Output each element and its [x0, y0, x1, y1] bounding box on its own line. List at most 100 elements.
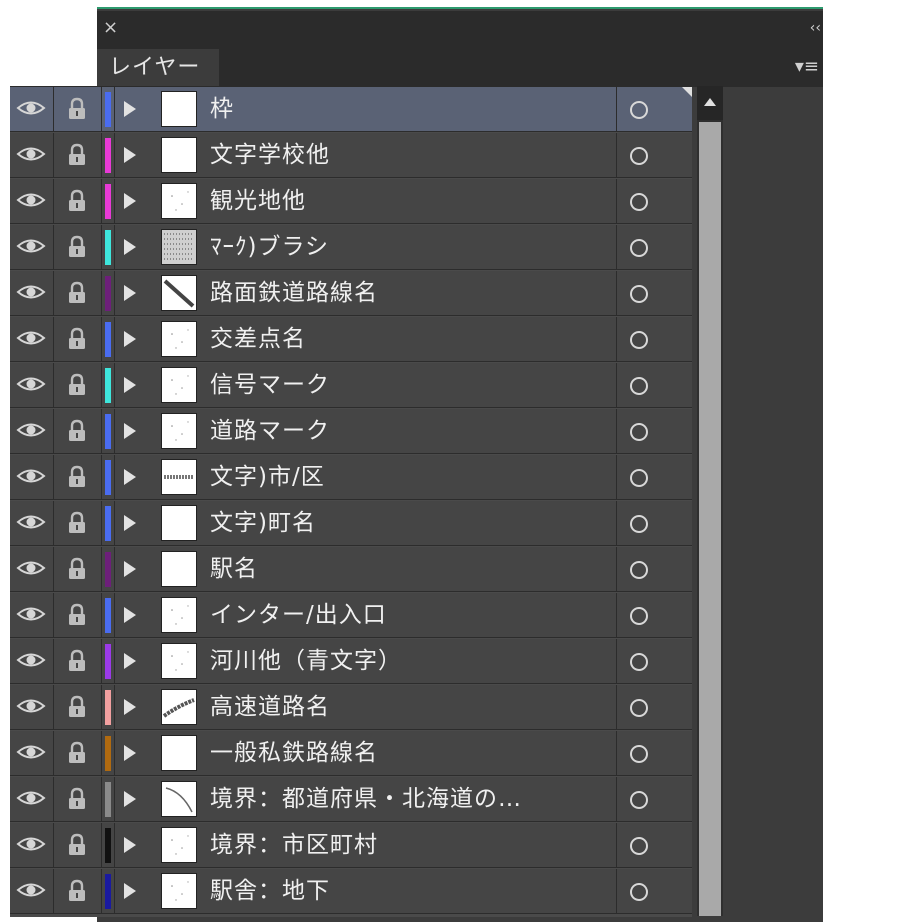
lock-icon[interactable]	[54, 777, 102, 821]
layer-row[interactable]: 境界：市区町村	[10, 823, 692, 868]
layer-target[interactable]	[616, 317, 692, 361]
layer-target[interactable]	[616, 823, 692, 867]
eye-icon[interactable]	[10, 501, 54, 545]
layer-name[interactable]: 道路マーク	[210, 409, 330, 453]
eye-icon[interactable]	[10, 731, 54, 775]
triangle-right-icon[interactable]	[124, 239, 136, 255]
triangle-right-icon[interactable]	[124, 745, 136, 761]
layer-name[interactable]: 観光地他	[210, 179, 306, 223]
layer-row[interactable]: 枠	[10, 87, 692, 132]
collapse-icon[interactable]: ‹‹	[810, 21, 821, 35]
layer-name[interactable]: 駅舎：地下	[210, 869, 330, 913]
triangle-right-icon[interactable]	[124, 101, 136, 117]
scroll-up-icon[interactable]	[697, 86, 723, 120]
eye-icon[interactable]	[10, 777, 54, 821]
triangle-right-icon[interactable]	[124, 193, 136, 209]
lock-icon[interactable]	[54, 455, 102, 499]
layer-target[interactable]	[616, 363, 692, 407]
triangle-right-icon[interactable]	[124, 377, 136, 393]
eye-icon[interactable]	[10, 271, 54, 315]
circle-target-icon[interactable]	[630, 147, 648, 165]
lock-icon[interactable]	[54, 685, 102, 729]
circle-target-icon[interactable]	[630, 515, 648, 533]
lock-icon[interactable]	[54, 731, 102, 775]
triangle-right-icon[interactable]	[124, 837, 136, 853]
layer-target[interactable]	[616, 547, 692, 591]
lock-icon[interactable]	[54, 133, 102, 177]
layer-row[interactable]: ﾏｰｸ)ブラシ	[10, 225, 692, 270]
layer-target[interactable]	[616, 869, 692, 913]
lock-icon[interactable]	[54, 317, 102, 361]
layer-row[interactable]: 交差点名	[10, 317, 692, 362]
layer-target[interactable]	[616, 455, 692, 499]
circle-target-icon[interactable]	[630, 791, 648, 809]
layer-target[interactable]	[616, 179, 692, 223]
layer-row[interactable]: 一般私鉄路線名	[10, 731, 692, 776]
lock-icon[interactable]	[54, 363, 102, 407]
eye-icon[interactable]	[10, 869, 54, 913]
layer-name[interactable]: 交差点名	[210, 317, 306, 361]
layer-name[interactable]: ﾏｰｸ)ブラシ	[210, 225, 329, 269]
eye-icon[interactable]	[10, 547, 54, 591]
eye-icon[interactable]	[10, 409, 54, 453]
triangle-right-icon[interactable]	[124, 561, 136, 577]
layer-target[interactable]	[616, 225, 692, 269]
circle-target-icon[interactable]	[630, 469, 648, 487]
eye-icon[interactable]	[10, 593, 54, 637]
eye-icon[interactable]	[10, 317, 54, 361]
layer-row[interactable]: 河川他（青文字）	[10, 639, 692, 684]
eye-icon[interactable]	[10, 225, 54, 269]
eye-icon[interactable]	[10, 455, 54, 499]
circle-target-icon[interactable]	[630, 423, 648, 441]
circle-target-icon[interactable]	[630, 837, 648, 855]
eye-icon[interactable]	[10, 87, 54, 131]
layer-name[interactable]: 路面鉄道路線名	[210, 271, 378, 315]
triangle-right-icon[interactable]	[124, 653, 136, 669]
lock-icon[interactable]	[54, 409, 102, 453]
lock-icon[interactable]	[54, 271, 102, 315]
lock-icon[interactable]	[54, 547, 102, 591]
layer-row[interactable]: 駅舎：地下	[10, 869, 692, 914]
lock-icon[interactable]	[54, 179, 102, 223]
layer-target[interactable]	[616, 685, 692, 729]
circle-target-icon[interactable]	[630, 193, 648, 211]
eye-icon[interactable]	[10, 363, 54, 407]
layer-name[interactable]: 信号マーク	[210, 363, 330, 407]
layer-name[interactable]: 駅名	[210, 547, 258, 591]
layer-target[interactable]	[616, 271, 692, 315]
layer-target[interactable]	[616, 731, 692, 775]
eye-icon[interactable]	[10, 133, 54, 177]
circle-target-icon[interactable]	[630, 331, 648, 349]
triangle-right-icon[interactable]	[124, 699, 136, 715]
triangle-right-icon[interactable]	[124, 469, 136, 485]
layer-target[interactable]	[616, 777, 692, 821]
layer-row[interactable]: 路面鉄道路線名	[10, 271, 692, 316]
lock-icon[interactable]	[54, 501, 102, 545]
layer-name[interactable]: 境界：市区町村	[210, 823, 378, 867]
triangle-right-icon[interactable]	[124, 515, 136, 531]
layer-name[interactable]: 河川他（青文字）	[210, 639, 402, 683]
layer-name[interactable]: 高速道路名	[210, 685, 330, 729]
layer-row[interactable]: 観光地他	[10, 179, 692, 224]
circle-target-icon[interactable]	[630, 699, 648, 717]
triangle-right-icon[interactable]	[124, 147, 136, 163]
circle-target-icon[interactable]	[630, 239, 648, 257]
triangle-right-icon[interactable]	[124, 883, 136, 899]
layer-target[interactable]	[616, 593, 692, 637]
layer-name[interactable]: 文字学校他	[210, 133, 330, 177]
eye-icon[interactable]	[10, 823, 54, 867]
close-icon[interactable]: ×	[103, 19, 118, 37]
lock-icon[interactable]	[54, 87, 102, 131]
scrollbar[interactable]	[697, 86, 723, 916]
tab-layers[interactable]: レイヤー	[97, 49, 219, 87]
layer-target[interactable]	[616, 87, 692, 131]
lock-icon[interactable]	[54, 225, 102, 269]
layer-name[interactable]: 枠	[210, 87, 234, 131]
layer-row[interactable]: インター/出入口	[10, 593, 692, 638]
layer-name[interactable]: 境界：都道府県・北海道の…	[210, 777, 522, 821]
layer-name[interactable]: インター/出入口	[210, 593, 387, 637]
layer-target[interactable]	[616, 133, 692, 177]
scrollbar-thumb[interactable]	[699, 122, 721, 916]
layer-row[interactable]: 文字)市/区	[10, 455, 692, 500]
triangle-right-icon[interactable]	[124, 285, 136, 301]
